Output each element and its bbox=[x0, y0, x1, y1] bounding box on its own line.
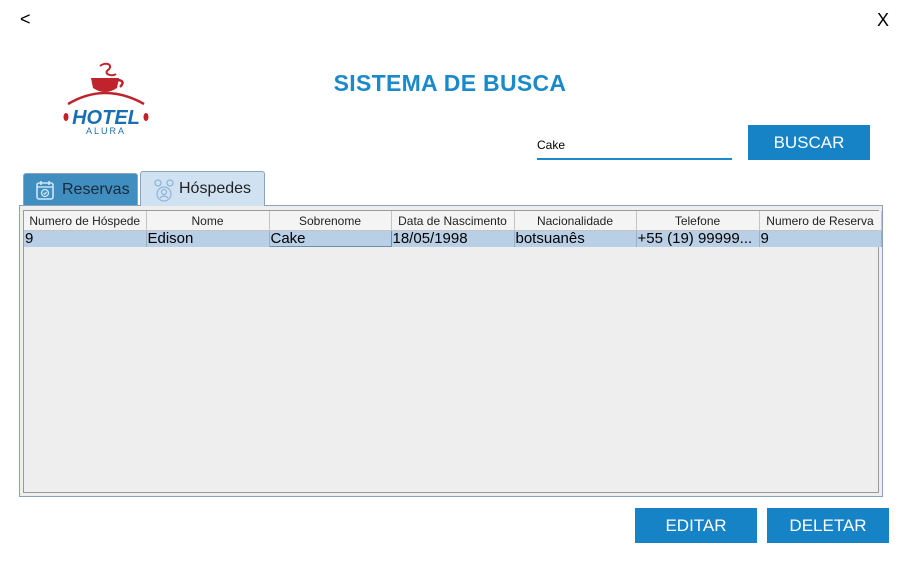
guests-panel: Numero de Hóspede Nome Sobrenome Data de… bbox=[19, 205, 883, 497]
close-button[interactable]: X bbox=[877, 10, 889, 30]
column-header[interactable]: Telefone bbox=[636, 211, 760, 231]
tab-hospedes-label: Hóspedes bbox=[179, 180, 252, 197]
column-header[interactable]: Sobrenome bbox=[269, 211, 392, 231]
column-header[interactable]: Nome bbox=[146, 211, 270, 231]
guests-table-container[interactable]: Numero de Hóspede Nome Sobrenome Data de… bbox=[23, 210, 882, 493]
delete-button[interactable]: DELETAR bbox=[767, 508, 889, 543]
column-header[interactable]: Nacionalidade bbox=[514, 211, 637, 231]
hotel-alura-logo: HOTEL ALURA bbox=[60, 62, 155, 137]
tab-reservas-label: Reservas bbox=[62, 180, 130, 198]
table-cell[interactable]: +55 (19) 99999... bbox=[636, 230, 760, 247]
tab-hospedes[interactable]: Hóspedes bbox=[140, 171, 265, 206]
guests-table: Numero de Hóspede Nome Sobrenome Data de… bbox=[24, 211, 882, 247]
column-header[interactable]: Numero de Hóspede bbox=[24, 211, 147, 231]
column-header[interactable]: Numero de Reserva bbox=[759, 211, 882, 231]
table-header-row: Numero de Hóspede Nome Sobrenome Data de… bbox=[24, 211, 882, 231]
guests-icon bbox=[151, 178, 174, 202]
tab-reservas[interactable]: Reservas bbox=[23, 173, 138, 205]
search-button[interactable]: BUSCAR bbox=[748, 125, 870, 160]
table-cell[interactable]: 18/05/1998 bbox=[391, 230, 515, 247]
table-row[interactable]: 9 Edison Cake 18/05/1998 botsuanês +55 (… bbox=[24, 230, 882, 247]
column-header[interactable]: Data de Nascimento bbox=[391, 211, 515, 231]
table-cell[interactable]: 9 bbox=[24, 230, 147, 247]
table-cell[interactable]: 9 bbox=[759, 230, 882, 247]
edit-button[interactable]: EDITAR bbox=[635, 508, 757, 543]
table-cell[interactable]: botsuanês bbox=[514, 230, 637, 247]
page-title: SISTEMA DE BUSCA bbox=[333, 70, 567, 96]
search-input[interactable] bbox=[537, 132, 732, 160]
table-cell[interactable]: Edison bbox=[146, 230, 270, 247]
calendar-icon bbox=[34, 179, 56, 201]
svg-text:ALURA: ALURA bbox=[86, 126, 126, 136]
back-button[interactable]: < bbox=[20, 9, 31, 29]
table-cell[interactable]: Cake bbox=[268, 230, 392, 247]
